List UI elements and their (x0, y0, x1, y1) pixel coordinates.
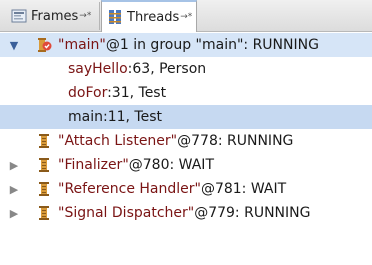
frame-label: sayHello:63, Person (68, 61, 207, 77)
frames-icon (11, 9, 27, 23)
tab-frames-pin[interactable]: →* (79, 11, 91, 21)
thread-row-main[interactable]: ▼ "main"@1 in group "main": RUNNING (0, 33, 372, 57)
tab-frames[interactable]: Frames →* (6, 2, 100, 30)
thread-suspended-icon (38, 38, 52, 52)
thread-icon (39, 182, 49, 196)
thread-icon (39, 158, 49, 172)
frame-row[interactable]: sayHello:63, Person (0, 57, 372, 81)
thread-label: "Finalizer"@780: WAIT (58, 157, 214, 173)
frame-label: doFor:31, Test (68, 85, 167, 101)
threads-icon (109, 10, 121, 24)
expand-arrow-icon[interactable]: ▶ (7, 207, 21, 220)
thread-icon (39, 134, 49, 148)
frame-label: main:11, Test (68, 109, 162, 125)
thread-label: "Signal Dispatcher"@779: RUNNING (58, 205, 311, 221)
frame-row[interactable]: doFor:31, Test (0, 81, 372, 105)
thread-icon (39, 206, 49, 220)
thread-label: "Attach Listener"@778: RUNNING (58, 133, 294, 149)
thread-row[interactable]: "Attach Listener"@778: RUNNING (0, 129, 372, 153)
debugger-tab-bar: Frames →* Threads →* (0, 0, 372, 32)
tab-threads-pin[interactable]: →* (180, 12, 192, 22)
thread-row[interactable]: ▶ "Reference Handler"@781: WAIT (0, 177, 372, 201)
tab-frames-label: Frames (31, 8, 79, 24)
expand-arrow-icon[interactable]: ▶ (7, 159, 21, 172)
thread-label-main: "main"@1 in group "main": RUNNING (58, 37, 319, 53)
tab-threads-label: Threads (127, 9, 180, 25)
frame-row-selected[interactable]: main:11, Test (0, 105, 372, 129)
thread-row[interactable]: ▶ "Signal Dispatcher"@779: RUNNING (0, 201, 372, 225)
thread-row[interactable]: ▶ "Finalizer"@780: WAIT (0, 153, 372, 177)
expand-arrow-icon[interactable]: ▶ (7, 183, 21, 196)
tab-threads[interactable]: Threads →* (101, 0, 197, 32)
thread-label: "Reference Handler"@781: WAIT (58, 181, 287, 197)
collapse-arrow-icon[interactable]: ▼ (7, 39, 21, 52)
